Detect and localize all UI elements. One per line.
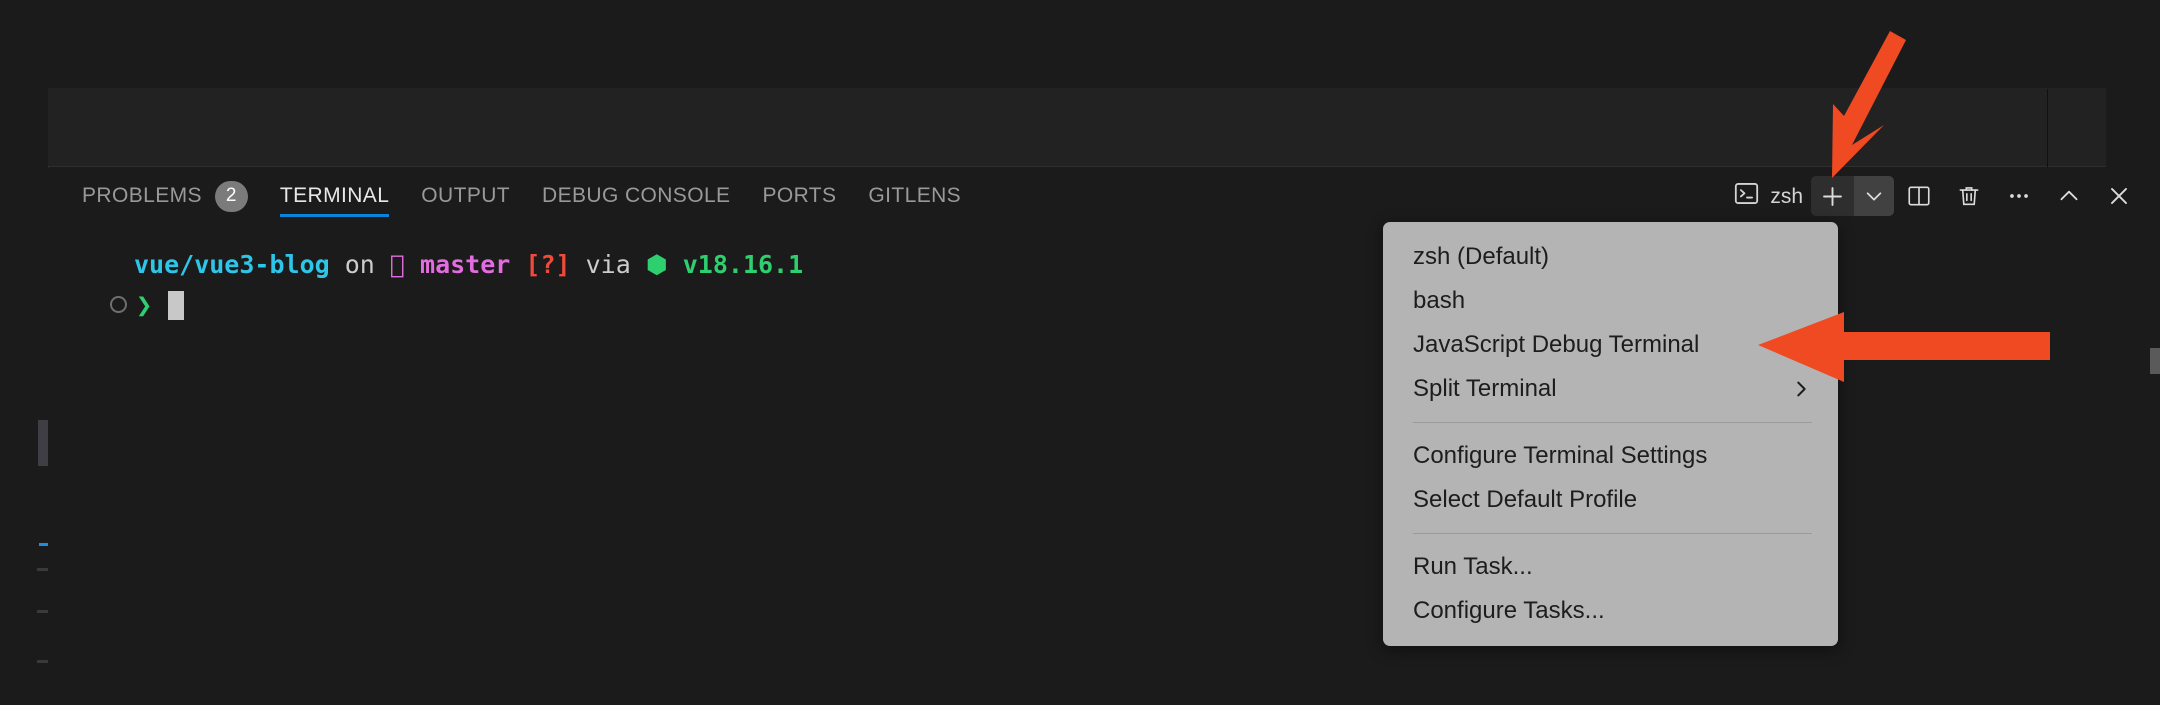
menu-item-label: Run Task... (1413, 553, 1533, 580)
prompt-path: vue/vue3-blog (134, 250, 330, 279)
maximize-panel-button[interactable] (2044, 176, 2094, 216)
tab-output[interactable]: OUTPUT (405, 168, 526, 224)
active-terminal-label: zsh (1770, 185, 1803, 208)
menu-separator (1413, 422, 1812, 423)
menu-item-configure-terminal-settings[interactable]: Configure Terminal Settings (1383, 434, 1838, 478)
plus-icon (1819, 183, 1846, 210)
menu-item-label: Configure Terminal Settings (1413, 442, 1708, 469)
new-terminal-button[interactable] (1811, 176, 1854, 216)
tab-debug-console[interactable]: DEBUG CONSOLE (526, 168, 746, 224)
chevron-right-icon (1790, 378, 1812, 400)
prompt-node-version: v18.16.1 (682, 250, 804, 279)
terminal-profile-dropdown-button[interactable] (1854, 176, 1894, 216)
menu-item-label: Split Terminal (1413, 375, 1557, 402)
tab-ports[interactable]: PORTS (746, 168, 852, 224)
bottom-panel: PROBLEMS 2 TERMINAL OUTPUT DEBUG CONSOLE… (48, 168, 2160, 672)
close-panel-button[interactable] (2094, 176, 2144, 216)
split-terminal-button[interactable] (1894, 176, 1944, 216)
editor-gutter-strip (0, 0, 48, 705)
editor-area-remnant (48, 88, 2106, 167)
panel-tab-list: PROBLEMS 2 TERMINAL OUTPUT DEBUG CONSOLE… (48, 168, 977, 224)
chevron-down-icon (1863, 185, 1885, 207)
menu-item-run-task[interactable]: Run Task... (1383, 545, 1838, 589)
status-circle-icon (110, 296, 127, 313)
terminal-prompt-icon (1733, 180, 1760, 213)
ellipsis-icon (2006, 183, 2032, 209)
editor-overview-mark (37, 660, 48, 663)
editor-overview-mark (37, 610, 48, 613)
problems-count-badge: 2 (214, 180, 248, 212)
tab-gitlens[interactable]: GITLENS (852, 168, 977, 224)
tab-ports-label: PORTS (762, 184, 837, 207)
close-x-icon (2106, 183, 2132, 209)
nodejs-glyph-icon: ⬢ (645, 250, 668, 279)
menu-item-label: Select Default Profile (1413, 486, 1638, 513)
terminal-prompt-line: vue/vue3-blog on  master [?] via ⬢ v18.… (134, 244, 803, 285)
tab-debug-console-label: DEBUG CONSOLE (542, 184, 731, 207)
tab-output-label: OUTPUT (421, 184, 511, 207)
prompt-on-keyword: on (344, 250, 375, 279)
menu-item-label: Configure Tasks... (1413, 597, 1605, 624)
prompt-branch: master (420, 250, 511, 279)
terminal-profile-menu: zsh (Default) bash JavaScript Debug Term… (1383, 222, 1838, 646)
active-terminal-chip[interactable]: zsh (1729, 176, 1811, 216)
tab-problems[interactable]: PROBLEMS 2 (66, 168, 264, 224)
tab-terminal[interactable]: TERMINAL (264, 168, 405, 224)
menu-item-select-default-profile[interactable]: Select Default Profile (1383, 478, 1838, 522)
menu-item-javascript-debug-terminal[interactable]: JavaScript Debug Terminal (1383, 323, 1838, 367)
git-branch-glyph-icon:  (389, 250, 405, 279)
terminal-output-area[interactable]: vue/vue3-blog on  master [?] via ⬢ v18.… (48, 224, 2160, 672)
split-panel-icon (1906, 183, 1932, 209)
menu-item-label: JavaScript Debug Terminal (1413, 331, 1700, 358)
menu-separator (1413, 533, 1812, 534)
menu-item-split-terminal[interactable]: Split Terminal (1383, 367, 1838, 411)
chevron-up-icon (2056, 183, 2082, 209)
prompt-symbol: ❯ (136, 290, 153, 321)
tab-terminal-label: TERMINAL (279, 184, 390, 207)
kill-terminal-button[interactable] (1944, 176, 1994, 216)
tab-gitlens-label: GITLENS (868, 184, 962, 207)
terminal-scrollbar-thumb[interactable] (2150, 348, 2160, 374)
menu-item-bash[interactable]: bash (1383, 279, 1838, 323)
prompt-via-keyword: via (585, 250, 631, 279)
tab-problems-label: PROBLEMS (82, 184, 202, 207)
prompt-dirty-marker: [?] (525, 250, 571, 279)
panel-toolbar: zsh (1729, 168, 2144, 224)
terminal-block-cursor (168, 291, 184, 320)
panel-header: PROBLEMS 2 TERMINAL OUTPUT DEBUG CONSOLE… (48, 168, 2160, 224)
menu-item-label: bash (1413, 287, 1466, 314)
editor-overview-mark (37, 568, 48, 571)
editor-split-divider (2047, 89, 2048, 167)
menu-item-zsh-default[interactable]: zsh (Default) (1383, 235, 1838, 279)
menu-item-configure-tasks[interactable]: Configure Tasks... (1383, 589, 1838, 633)
more-actions-button[interactable] (1994, 176, 2044, 216)
menu-item-label: zsh (Default) (1413, 243, 1550, 270)
app-root: PROBLEMS 2 TERMINAL OUTPUT DEBUG CONSOLE… (0, 0, 2160, 705)
trash-icon (1956, 183, 1982, 209)
